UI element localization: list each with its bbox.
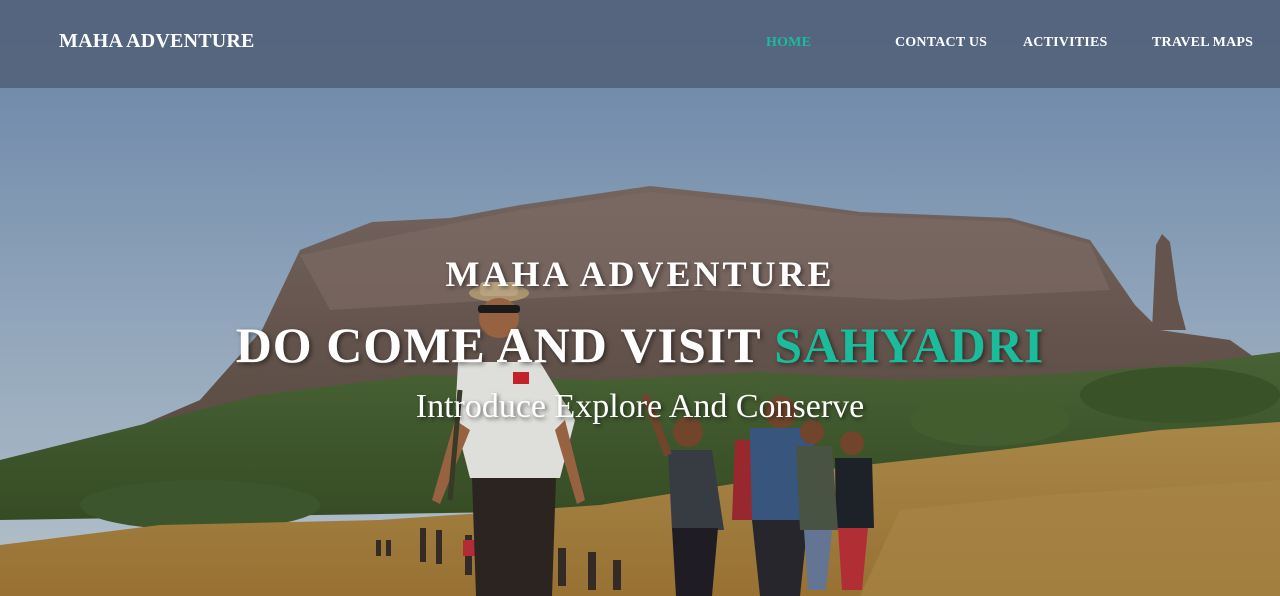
hero-heading: DO COME AND VISIT SAHYADRI	[0, 316, 1280, 374]
hero-kicker: MAHA ADVENTURE	[445, 254, 835, 294]
hero-background-image	[0, 0, 1280, 596]
nav-link-travel-maps[interactable]: TRAVEL MAPS	[1152, 35, 1253, 51]
top-navbar: MAHA ADVENTURE HOME CONTACT US ACTIVITIE…	[0, 0, 1280, 88]
nav-link-home[interactable]: HOME	[766, 35, 811, 51]
hero-subheading: Introduce Explore And Conserve	[415, 388, 865, 425]
hero-heading-accent: SAHYADRI	[774, 317, 1045, 373]
nav-link-contact-us[interactable]: CONTACT US	[895, 35, 987, 51]
hero-heading-prefix: DO COME AND VISIT	[235, 317, 775, 373]
brand-logo-link[interactable]: MAHA ADVENTURE	[59, 30, 255, 53]
nav-link-activities[interactable]: ACTIVITIES	[1023, 35, 1107, 51]
